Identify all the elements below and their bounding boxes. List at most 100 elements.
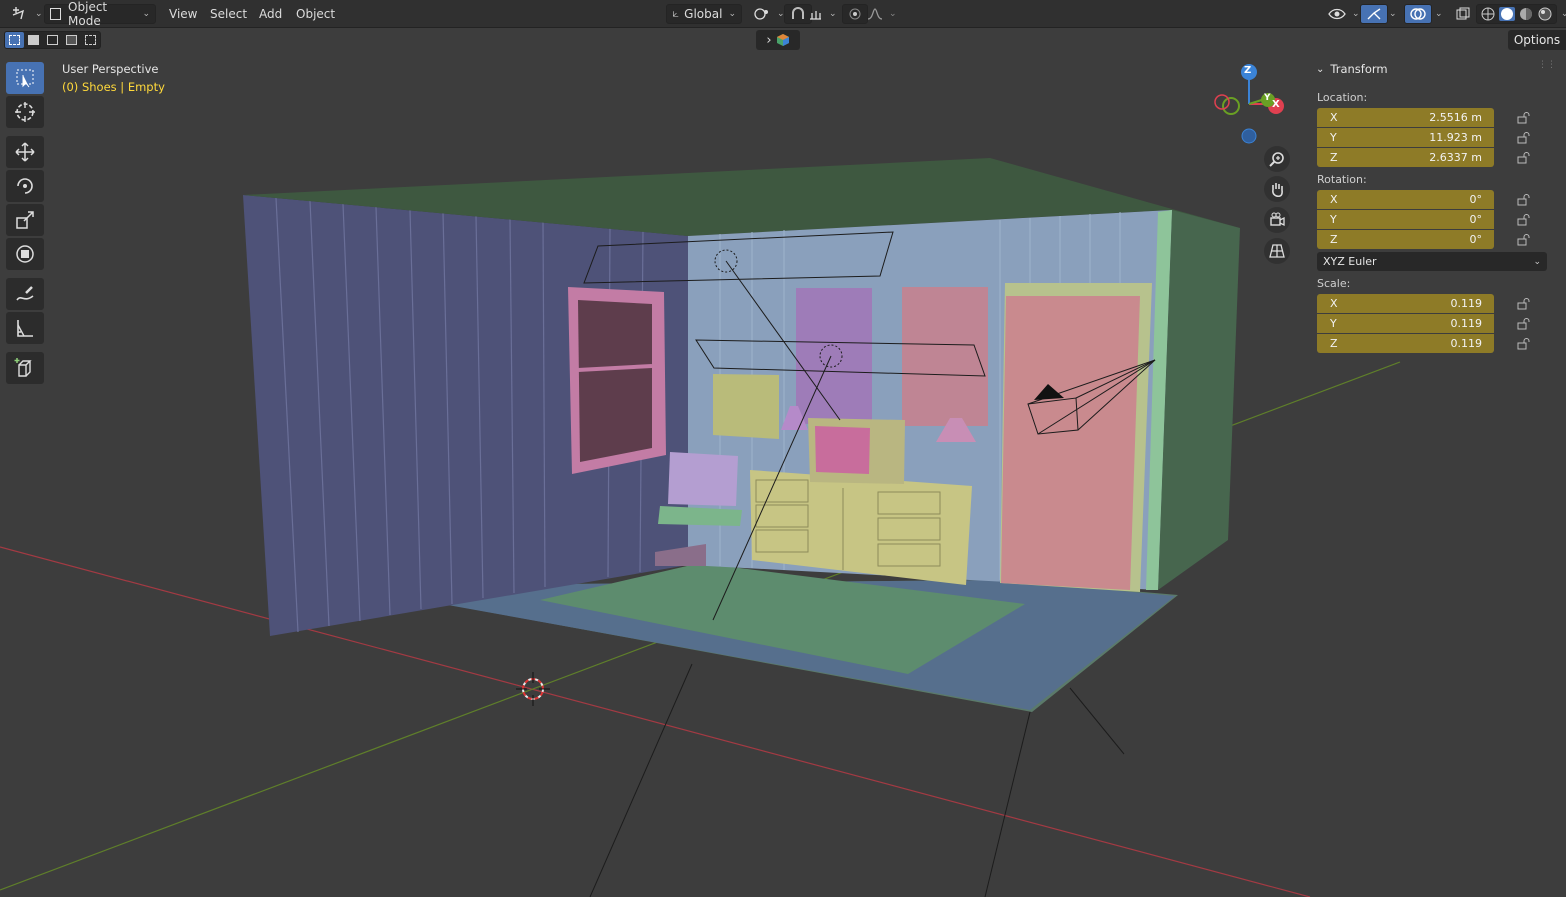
- editor-type-icon: [12, 7, 25, 20]
- gizmo-x-label: X: [1272, 99, 1280, 110]
- scale-y-field[interactable]: Y 0.119: [1317, 314, 1494, 333]
- lock-icon[interactable]: [1516, 111, 1532, 125]
- mode-dropdown[interactable]: Object Mode ⌄: [44, 0, 156, 28]
- gizmo-dropdown[interactable]: ⌄: [1378, 4, 1402, 24]
- menu-select[interactable]: Select: [205, 4, 252, 24]
- orientation-dropdown[interactable]: Global ⌄: [666, 4, 742, 24]
- perspective-toggle-icon[interactable]: [1264, 238, 1290, 264]
- pivot-icon: [754, 8, 768, 20]
- field-value: 0°: [1469, 213, 1483, 226]
- lock-icon[interactable]: [1516, 193, 1532, 207]
- rotation-mode-dropdown[interactable]: XYZ Euler ⌄: [1317, 252, 1547, 271]
- axis-label: Z: [1330, 151, 1338, 164]
- axis-label: X: [1330, 297, 1338, 310]
- options-button[interactable]: Options: [1508, 30, 1566, 50]
- editor-type-button[interactable]: ⌄: [6, 4, 48, 24]
- field-value: 2.6337 m: [1429, 151, 1482, 164]
- select-intersect-icon[interactable]: [81, 32, 100, 48]
- measure-icon[interactable]: [6, 312, 44, 344]
- door: [1001, 296, 1140, 590]
- scale-label: Scale:: [1317, 277, 1351, 290]
- axis-label: Y: [1330, 131, 1337, 144]
- chevron-down-icon: ⌄: [1316, 63, 1325, 75]
- field-value: 0°: [1469, 233, 1483, 246]
- eye-icon: [1328, 8, 1346, 20]
- xray-toggle[interactable]: [1450, 4, 1476, 24]
- axis-label: X: [1330, 111, 1338, 124]
- scale-z-field[interactable]: Z 0.119: [1317, 334, 1494, 353]
- menu-view[interactable]: View: [164, 4, 202, 24]
- annotate-icon[interactable]: [6, 278, 44, 310]
- transform-title: Transform: [1330, 62, 1388, 76]
- select-box-icon[interactable]: [6, 62, 44, 94]
- pan-hand-icon[interactable]: [1264, 176, 1290, 202]
- scale-x-field[interactable]: X 0.119: [1317, 294, 1494, 313]
- right-wall: [1158, 210, 1240, 590]
- location-y-field[interactable]: Y 11.923 m: [1317, 128, 1494, 147]
- rotation-label: Rotation:: [1317, 173, 1367, 186]
- visibility-dropdown[interactable]: ⌄: [1323, 4, 1365, 24]
- shading-dropdown[interactable]: ⌄: [1550, 4, 1566, 24]
- header-bar: ⌄ Object Mode ⌄ View Select Add Object G…: [0, 0, 1566, 28]
- axis-label: Z: [1330, 233, 1338, 246]
- falloff-dropdown[interactable]: ⌄: [862, 4, 902, 24]
- solid-shading-icon[interactable]: [1499, 7, 1515, 21]
- orientation-icon: [673, 11, 679, 17]
- select-new-icon[interactable]: [5, 32, 24, 48]
- falloff-curve-icon: [867, 8, 883, 20]
- camera-view-icon[interactable]: [1264, 207, 1290, 233]
- asset-shelf-toggle[interactable]: ›: [756, 30, 800, 50]
- mode-label: Object Mode: [68, 0, 108, 28]
- axis-label: Y: [1330, 317, 1337, 330]
- transform-panel-header[interactable]: ⌄ Transform: [1316, 62, 1388, 76]
- rotation-y-field[interactable]: Y 0°: [1317, 210, 1494, 229]
- transform-icon[interactable]: [6, 238, 44, 270]
- field-value: 0.119: [1450, 337, 1483, 350]
- chair-back: [668, 452, 738, 506]
- material-shading-icon[interactable]: [1518, 7, 1534, 21]
- wireframe-shading-icon[interactable]: [1480, 7, 1496, 21]
- scale-icon[interactable]: [6, 204, 44, 236]
- lock-icon[interactable]: [1516, 151, 1532, 165]
- add-cube-icon[interactable]: [6, 352, 44, 384]
- snap-increment-icon: [810, 11, 821, 20]
- field-value: 0.119: [1450, 317, 1483, 330]
- field-value: 11.923 m: [1429, 131, 1482, 144]
- snap-target-dropdown[interactable]: ⌄: [804, 4, 842, 24]
- lock-icon[interactable]: [1516, 131, 1532, 145]
- select-extend-icon[interactable]: [24, 32, 43, 48]
- zoom-icon[interactable]: [1264, 146, 1290, 172]
- tv-screen: [815, 426, 870, 474]
- object-data-icon: [776, 34, 789, 46]
- field-value: 2.5516 m: [1429, 111, 1482, 124]
- rotate-icon[interactable]: [6, 170, 44, 202]
- active-object-label: (0) Shoes | Empty: [62, 80, 165, 94]
- lock-icon[interactable]: [1516, 297, 1532, 311]
- poster-purple: [796, 288, 872, 424]
- move-icon[interactable]: [6, 136, 44, 168]
- drag-handle-icon[interactable]: ⋮⋮: [1538, 60, 1556, 70]
- shading-modes[interactable]: [1476, 4, 1557, 24]
- lock-icon[interactable]: [1516, 213, 1532, 227]
- axis-label: Z: [1330, 337, 1338, 350]
- select-invert-icon[interactable]: [62, 32, 81, 48]
- chevron-right-icon: ›: [766, 32, 772, 48]
- selection-mode-group: [4, 31, 101, 49]
- location-x-field[interactable]: X 2.5516 m: [1317, 108, 1494, 127]
- lock-icon[interactable]: [1516, 337, 1532, 351]
- orientation-label: Global: [684, 7, 723, 21]
- lock-icon[interactable]: [1516, 233, 1532, 247]
- field-value: 0.119: [1450, 297, 1483, 310]
- window-glass: [578, 300, 652, 462]
- location-z-field[interactable]: Z 2.6337 m: [1317, 148, 1494, 167]
- menu-object[interactable]: Object: [291, 4, 340, 24]
- axis-label: X: [1330, 193, 1338, 206]
- rotation-z-field[interactable]: Z 0°: [1317, 230, 1494, 249]
- select-subtract-icon[interactable]: [43, 32, 62, 48]
- rotation-x-field[interactable]: X 0°: [1317, 190, 1494, 209]
- menu-add[interactable]: Add: [254, 4, 287, 24]
- cursor-icon[interactable]: [6, 96, 44, 128]
- overlays-dropdown[interactable]: ⌄: [1424, 4, 1448, 24]
- corkboard: [713, 374, 779, 439]
- lock-icon[interactable]: [1516, 317, 1532, 331]
